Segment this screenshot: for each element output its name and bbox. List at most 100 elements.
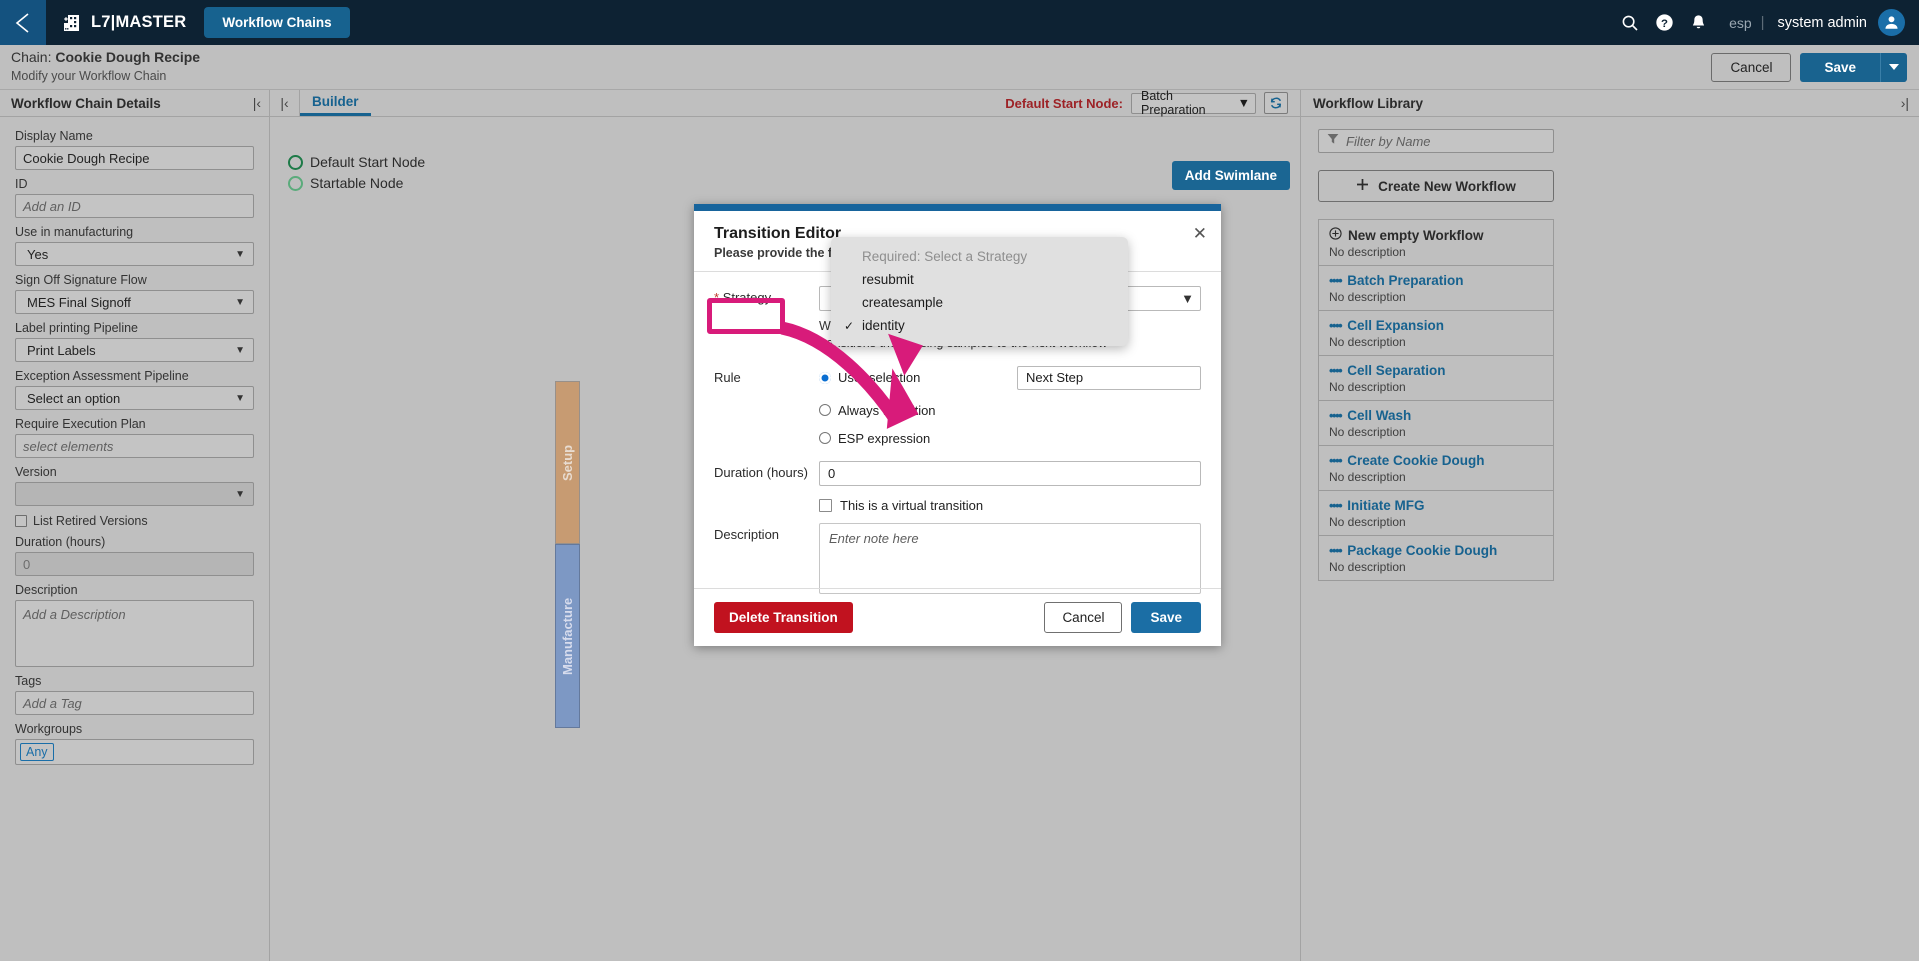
- list-item[interactable]: New empty Workflow No description: [1319, 220, 1553, 266]
- version-select[interactable]: ▼: [15, 482, 254, 506]
- brand-label: L7|MASTER: [91, 13, 187, 31]
- user-avatar-icon[interactable]: [1878, 9, 1905, 36]
- label-pipeline-select[interactable]: Print Labels ▼: [15, 338, 254, 362]
- bell-icon[interactable]: [1681, 0, 1715, 45]
- help-circle-icon[interactable]: ?: [1647, 0, 1681, 45]
- required-asterisk: *: [714, 290, 720, 305]
- rule-option-always-transition[interactable]: Always transition: [819, 403, 1201, 418]
- canvas-node-startable[interactable]: Startable Node: [288, 175, 403, 191]
- duration-input[interactable]: 0: [819, 460, 1201, 486]
- workgroups-input[interactable]: Any: [15, 739, 254, 765]
- refresh-icon[interactable]: [1264, 92, 1288, 114]
- swimlane-setup[interactable]: Setup: [555, 381, 580, 544]
- building-add-icon: [62, 13, 82, 33]
- list-item[interactable]: •••• Cell Wash No description: [1319, 401, 1553, 446]
- create-new-workflow-button[interactable]: Create New Workflow: [1318, 170, 1554, 202]
- use-in-manufacturing-select[interactable]: Yes ▼: [15, 242, 254, 266]
- builder-toolbar-right: Default Start Node: Batch Preparation ▼: [1005, 89, 1300, 117]
- radio-icon[interactable]: [819, 432, 831, 445]
- filter-by-name-input[interactable]: Filter by Name: [1318, 129, 1554, 153]
- dialog-cancel-button[interactable]: Cancel: [1044, 602, 1123, 633]
- virtual-transition-checkbox[interactable]: [819, 498, 832, 512]
- list-item[interactable]: •••• Initiate MFG No description: [1319, 491, 1553, 536]
- list-retired-versions-checkbox[interactable]: [15, 515, 27, 527]
- cancel-button[interactable]: Cancel: [1711, 52, 1792, 82]
- chain-description-textarea[interactable]: Add a Description: [15, 600, 254, 667]
- id-label: ID: [15, 177, 28, 191]
- chevron-down-icon: ▼: [235, 488, 245, 500]
- collapse-left-icon[interactable]: |‹: [253, 95, 261, 111]
- circle-outline-icon: [288, 154, 303, 170]
- chain-duration-input[interactable]: 0: [15, 552, 254, 576]
- chevron-down-icon: ▼: [1181, 291, 1194, 306]
- workgroup-chip-any[interactable]: Any: [20, 743, 54, 761]
- collapse-left-icon[interactable]: |‹: [270, 90, 300, 116]
- workflow-name: Create Cookie Dough: [1347, 453, 1485, 468]
- list-item[interactable]: •••• Create Cookie Dough No description: [1319, 446, 1553, 491]
- tab-builder[interactable]: Builder: [300, 90, 371, 116]
- create-new-workflow-label: Create New Workflow: [1378, 178, 1516, 194]
- radio-icon[interactable]: [819, 404, 831, 417]
- rule-option-user-selection[interactable]: User selection Next Step: [819, 365, 1201, 390]
- back-chevron-icon[interactable]: [0, 0, 46, 45]
- workflow-name: Cell Separation: [1347, 363, 1446, 378]
- delete-transition-button[interactable]: Delete Transition: [714, 602, 853, 633]
- dots-icon: ••••: [1329, 543, 1343, 558]
- list-item[interactable]: •••• Cell Separation No description: [1319, 356, 1553, 401]
- right-panel-body: Filter by Name Create New Workflow New e…: [1301, 117, 1919, 581]
- canvas-node-default-start[interactable]: Default Start Node: [288, 154, 425, 170]
- exception-pipeline-select[interactable]: Select an option ▼: [15, 386, 254, 410]
- description-control: Enter note here: [819, 522, 1201, 594]
- dots-icon: ••••: [1329, 363, 1343, 378]
- save-button[interactable]: Save: [1800, 52, 1880, 82]
- signoff-flow-select[interactable]: MES Final Signoff ▼: [15, 290, 254, 314]
- radio-icon[interactable]: [819, 371, 831, 384]
- dropdown-option-createsample[interactable]: createsample: [831, 291, 1128, 314]
- search-icon[interactable]: [1613, 0, 1647, 45]
- duration-field-row: Duration (hours) 0 This is a virtual tra…: [714, 460, 1201, 523]
- rule-option-label: ESP expression: [838, 430, 931, 446]
- id-input[interactable]: Add an ID: [15, 194, 254, 218]
- execution-plan-input[interactable]: select elements: [15, 434, 254, 458]
- app-brand: L7|MASTER: [62, 13, 186, 33]
- list-item[interactable]: •••• Cell Expansion No description: [1319, 311, 1553, 356]
- user-name-label[interactable]: system admin: [1778, 15, 1867, 31]
- display-name-input[interactable]: Cookie Dough Recipe: [15, 146, 254, 170]
- close-icon[interactable]: ✕: [1193, 225, 1207, 242]
- version-label: Version: [15, 465, 57, 479]
- left-panel-header: Workflow Chain Details |‹: [0, 90, 269, 117]
- dropdown-option-resubmit[interactable]: resubmit: [831, 268, 1128, 291]
- execution-plan-label: Require Execution Plan: [15, 417, 146, 431]
- default-start-node-label: Default Start Node:: [1005, 95, 1123, 111]
- exception-pipeline-label: Exception Assessment Pipeline: [15, 369, 189, 383]
- save-split-button: Save: [1800, 52, 1907, 82]
- add-swimlane-button[interactable]: Add Swimlane: [1171, 161, 1290, 190]
- tags-input[interactable]: Add a Tag: [15, 691, 254, 715]
- list-item[interactable]: •••• Package Cookie Dough No description: [1319, 536, 1553, 581]
- tab-workflow-chains[interactable]: Workflow Chains: [204, 7, 350, 38]
- canvas-node-label: Startable Node: [310, 175, 404, 191]
- dropdown-option-identity[interactable]: ✓ identity: [831, 314, 1128, 337]
- list-item[interactable]: •••• Batch Preparation No description: [1319, 266, 1553, 311]
- chevron-down-icon[interactable]: [1880, 52, 1907, 82]
- description-textarea[interactable]: Enter note here: [819, 522, 1201, 594]
- dots-icon: ••••: [1329, 408, 1343, 423]
- panel-title: Workflow Chain Details: [11, 95, 161, 111]
- dialog-save-button[interactable]: Save: [1131, 602, 1201, 633]
- workflow-library-list: New empty Workflow No description •••• B…: [1318, 219, 1554, 581]
- locale-label[interactable]: esp: [1729, 15, 1752, 31]
- rule-value-input[interactable]: Next Step: [1017, 365, 1201, 390]
- default-start-node-select[interactable]: Batch Preparation ▼: [1131, 89, 1256, 117]
- rule-control: User selection Next Step Always transiti…: [819, 365, 1201, 450]
- rule-option-esp-expression[interactable]: ESP expression: [819, 431, 1201, 446]
- workflow-title: •••• Cell Expansion: [1329, 318, 1543, 333]
- strategy-dropdown-menu[interactable]: Required: Select a Strategy resubmit cre…: [831, 237, 1128, 346]
- collapse-right-icon[interactable]: ›|: [1901, 95, 1909, 111]
- dialog-footer-actions: Cancel Save: [1044, 602, 1201, 633]
- strategy-label: * Strategy: [714, 286, 819, 352]
- swimlane-manufacture[interactable]: Manufacture: [555, 544, 580, 728]
- virtual-transition-row[interactable]: This is a virtual transition: [819, 498, 1201, 513]
- workflow-description: No description: [1329, 560, 1406, 574]
- workflow-description: No description: [1329, 515, 1406, 529]
- list-retired-versions-row[interactable]: List Retired Versions: [15, 514, 254, 528]
